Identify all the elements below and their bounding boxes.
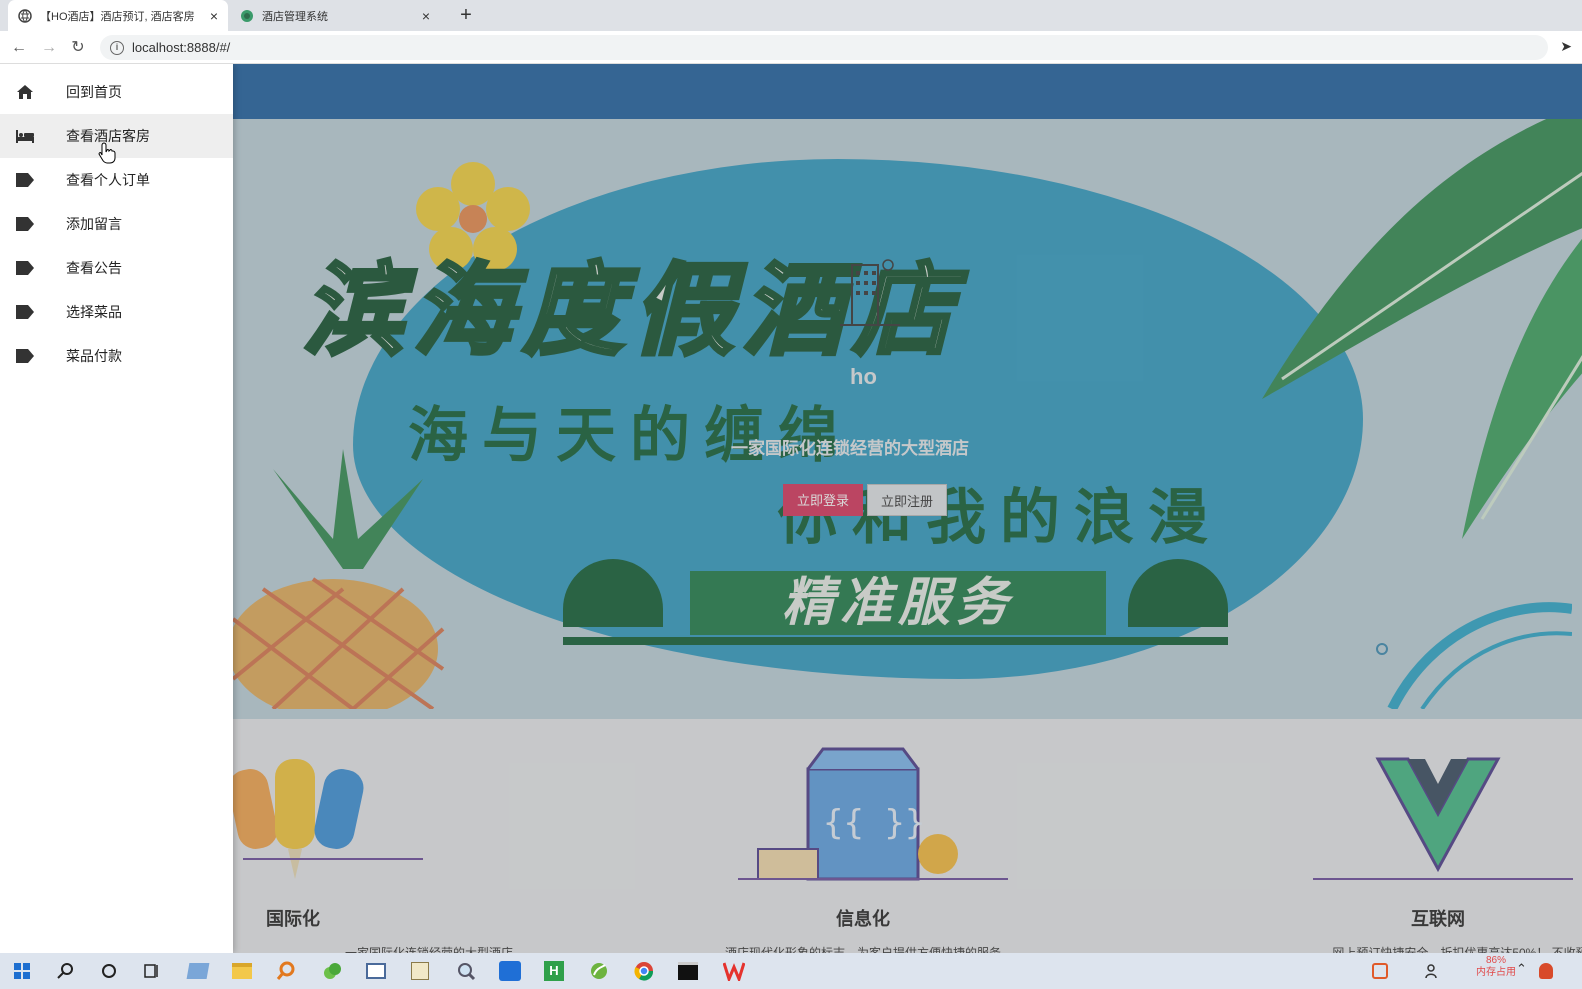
chart-app-icon[interactable] <box>406 957 434 985</box>
search-tool-icon[interactable] <box>272 957 300 985</box>
input-method-icon[interactable] <box>1366 957 1394 985</box>
video-app-icon[interactable] <box>496 957 524 985</box>
url-field[interactable]: i localhost:8888/#/ <box>100 35 1548 60</box>
chevron-up-icon[interactable]: ⌃ <box>1516 961 1527 977</box>
label-icon <box>14 213 36 235</box>
windows-start-icon[interactable] <box>8 957 36 985</box>
vue-leaf-icon <box>241 9 253 22</box>
menu-item-label: 查看公告 <box>66 260 122 276</box>
page-viewport: 滨海度假酒店 ho 海与天的缠绵 你和我的浪漫 一家国际化连锁经营的大型酒店 立… <box>0 64 1582 953</box>
register-button[interactable]: 立即注册 <box>867 484 947 516</box>
label-icon <box>14 169 36 191</box>
tab-title: 酒店管理系统 <box>262 10 328 23</box>
feature-informatization: {{ }} 信息化 酒店现代化形象的标志，为客户提供方便快捷的服务 <box>638 719 1088 953</box>
tab-close-icon[interactable]: × <box>210 8 218 24</box>
menu-item-select-dishes[interactable]: 选择菜品 <box>0 290 233 334</box>
menu-item-label: 选择菜品 <box>66 304 122 320</box>
file-explorer-icon[interactable] <box>228 957 256 985</box>
tab-title: 【HO酒店】酒店预订, 酒店客房 <box>40 10 195 23</box>
top-header-bar <box>233 64 1582 119</box>
menu-item-label: 查看个人订单 <box>66 172 150 188</box>
site-info-icon[interactable]: i <box>110 40 124 55</box>
task-view-icon[interactable] <box>138 957 166 985</box>
back-arrow-icon[interactable]: ← <box>8 37 30 59</box>
brand-logo-text: ho <box>850 364 877 389</box>
tab-close-icon[interactable]: × <box>422 8 430 24</box>
browser-tab-admin[interactable]: 酒店管理系统 × <box>230 0 440 31</box>
label-icon <box>14 301 36 323</box>
login-button[interactable]: 立即登录 <box>783 484 863 516</box>
memory-usage-indicator[interactable]: 86% 内存占用 <box>1476 955 1516 979</box>
search-icon[interactable] <box>52 957 80 985</box>
os-taskbar: H 86% 内存占用 ⌃ <box>0 953 1582 989</box>
wps-icon[interactable] <box>720 957 748 985</box>
menu-item-my-orders[interactable]: 查看个人订单 <box>0 158 233 202</box>
label-icon <box>14 257 36 279</box>
new-tab-button[interactable]: + <box>454 4 478 28</box>
memory-percent: 86% <box>1485 955 1506 966</box>
more-arrow-icon[interactable]: ➤ <box>1560 38 1572 55</box>
feature-title: 信息化 <box>836 909 890 929</box>
browser-tab-hotel-booking[interactable]: 【HO酒店】酒店预订, 酒店客房 × <box>8 0 228 31</box>
browser-tab-strip: 【HO酒店】酒店预订, 酒店客房 × 酒店管理系统 × + <box>0 0 1582 31</box>
ring-decoration <box>1376 602 1572 709</box>
navigation-drawer: 回到首页 查看酒店客房 查看个人订单 添加留言 查看公告 选择菜品 菜品付款 <box>0 64 233 953</box>
memory-label: 内存占用 <box>1476 967 1516 978</box>
vue-logo-icon <box>1313 757 1573 880</box>
code-box-illustration: {{ }} <box>738 747 1008 881</box>
service-label: 精准服务 <box>690 571 1106 635</box>
menu-item-announcements[interactable]: 查看公告 <box>0 246 233 290</box>
feature-title: 国际化 <box>266 909 320 929</box>
decor-shape <box>563 559 663 627</box>
forward-arrow-icon[interactable]: → <box>38 37 60 59</box>
pineapple-illustration <box>233 449 445 709</box>
feature-desc: 酒店现代化形象的标志，为客户提供方便快捷的服务 <box>724 946 1001 953</box>
user-avatar-icon[interactable] <box>1532 957 1560 985</box>
reload-icon[interactable]: ↻ <box>67 37 89 59</box>
svg-text:{{ }}: {{ }} <box>823 803 925 843</box>
hero-banner: 滨海度假酒店 ho 海与天的缠绵 你和我的浪漫 一家国际化连锁经营的大型酒店 立… <box>233 119 1582 719</box>
hero-subtitle: 一家国际化连锁经营的大型酒店 <box>731 439 969 458</box>
label-icon <box>14 345 36 367</box>
people-icon[interactable] <box>1420 957 1448 985</box>
magnifier-app-icon[interactable] <box>452 957 480 985</box>
cortana-icon[interactable] <box>95 957 123 985</box>
menu-item-label: 添加留言 <box>66 216 122 232</box>
home-icon <box>14 81 36 103</box>
spring-icon[interactable] <box>585 957 613 985</box>
url-text: localhost:8888/#/ <box>132 40 231 55</box>
app-icon[interactable] <box>184 957 212 985</box>
bed-icon <box>14 125 36 147</box>
window-app-icon[interactable] <box>362 957 390 985</box>
leaf-app-icon[interactable] <box>318 957 346 985</box>
terminal-icon[interactable] <box>674 957 702 985</box>
menu-item-label: 回到首页 <box>66 84 122 100</box>
feature-title: 互联网 <box>1411 909 1465 929</box>
menu-item-home[interactable]: 回到首页 <box>0 70 233 114</box>
decor-shape <box>1128 559 1228 627</box>
hero-slogan-line1: 海与天的缠绵 <box>408 402 852 469</box>
hbuilder-icon[interactable]: H <box>540 957 568 985</box>
menu-item-add-message[interactable]: 添加留言 <box>0 202 233 246</box>
globe-icon <box>18 8 32 23</box>
feature-desc: 网上预订快捷安全，折扣优惠高达50%！ 不收预订费， <box>1332 946 1582 953</box>
decor-line <box>563 637 1228 645</box>
feature-internet: 互联网 网上预订快捷安全，折扣优惠高达50%！ 不收预订费， <box>1213 719 1582 953</box>
hotel-building-icon <box>840 259 900 326</box>
chrome-icon[interactable] <box>630 957 658 985</box>
menu-item-view-rooms[interactable]: 查看酒店客房 <box>0 114 233 158</box>
menu-item-label: 菜品付款 <box>66 348 122 364</box>
address-toolbar: ← → ↻ i localhost:8888/#/ ➤ <box>0 31 1582 64</box>
menu-item-pay-dishes[interactable]: 菜品付款 <box>0 334 233 378</box>
features-section: 国际化 一家国际化连锁经营的大型酒店 {{ }} 信息化 酒店现代化形象的标志，… <box>228 719 1582 953</box>
hand-pointer-cursor-icon <box>98 142 116 164</box>
service-banner: 精准服务 <box>563 559 1228 647</box>
